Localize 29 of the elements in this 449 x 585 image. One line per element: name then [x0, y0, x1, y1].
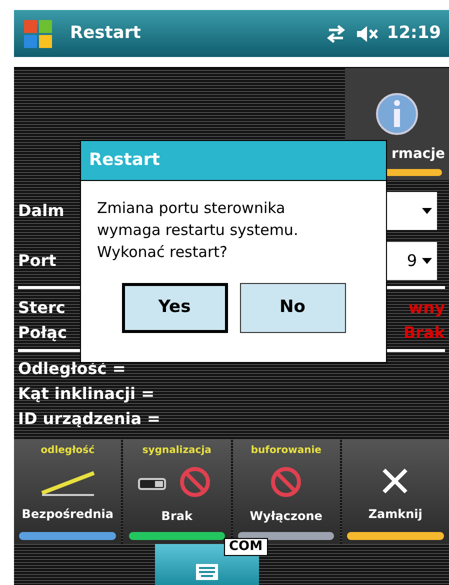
dialog-message: Zmiana portu sterownika wymaga restartu systemu. Wykonać restart? — [96, 198, 300, 263]
tile-button[interactable]: Zamknij — [342, 439, 449, 544]
tile-button[interactable]: odległość Bezpośrednia — [14, 439, 122, 544]
connection-icon — [324, 24, 347, 44]
dropdown-arrow-icon — [421, 207, 433, 215]
dialog-button[interactable]: No — [240, 283, 346, 333]
status-value: Brak — [403, 322, 445, 344]
status-label: Połąc — [17, 322, 67, 344]
status-value: wny — [408, 297, 445, 319]
port-label: COM — [224, 538, 268, 556]
reading-text: ID urządzenia = — [17, 408, 162, 430]
info-icon — [375, 92, 419, 136]
reading-text: Kąt inklinacji = — [17, 383, 156, 405]
field-label: Port — [17, 250, 56, 272]
close-icon — [380, 466, 410, 496]
dialog-button[interactable]: Yes — [122, 283, 228, 333]
reading-text: Odległość = — [17, 358, 127, 380]
dialog-title: Restart — [89, 148, 160, 172]
tile-button[interactable]: sygnalizacja Brak — [123, 439, 230, 544]
dropdown[interactable] — [385, 192, 437, 230]
blocked-icon — [269, 465, 304, 500]
status-label: Sterc — [17, 297, 66, 319]
start-logo-icon[interactable] — [22, 18, 54, 50]
clock: 12:19 — [386, 22, 441, 45]
speaker-muted-icon — [354, 24, 379, 42]
dropdown[interactable]: 9 — [385, 242, 437, 280]
window-title: Restart — [70, 22, 141, 45]
field-label: Dalm — [17, 200, 64, 222]
dropdown-arrow-icon — [421, 257, 433, 265]
